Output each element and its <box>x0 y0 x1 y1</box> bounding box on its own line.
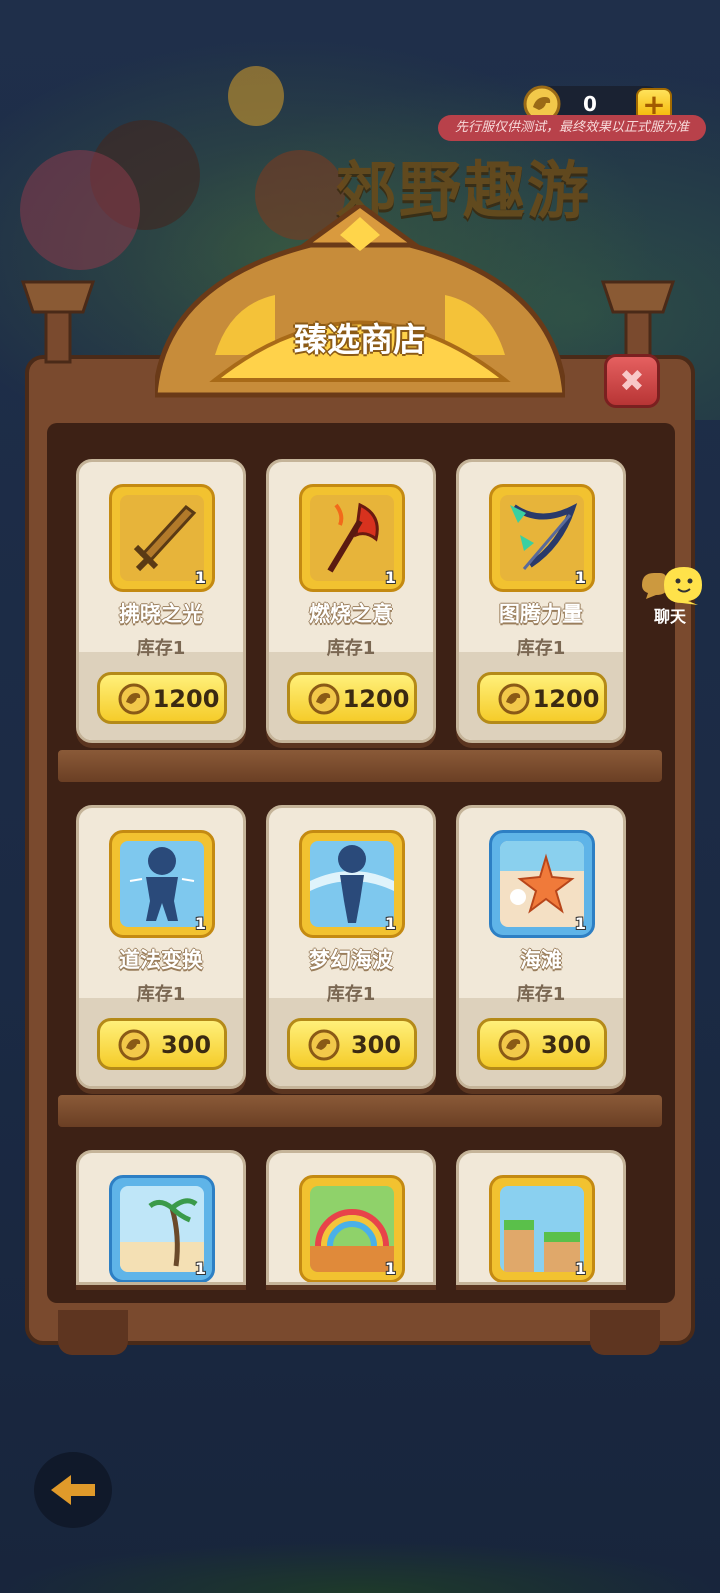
item-name: 拂晓之光 <box>119 602 203 626</box>
item-price: 300 <box>540 1031 592 1059</box>
green-hills-icon <box>500 1186 584 1272</box>
background-tree <box>20 150 140 270</box>
buy-button[interactable]: 1200 <box>97 672 227 724</box>
shop-item-card[interactable]: 1 燃烧之意 库存1 1200 <box>266 459 436 743</box>
starfish-beach-icon <box>500 841 584 927</box>
chat-label[interactable]: 聊天 <box>640 603 700 627</box>
item-stock: 库存1 <box>326 638 376 659</box>
item-icon-frame: 1 <box>109 1175 215 1282</box>
item-name: 图腾力量 <box>499 602 583 626</box>
flame-axe-icon <box>310 495 394 581</box>
silhouette-pose-icon <box>120 841 204 927</box>
shop-item-card[interactable]: 1 图腾力量 库存1 1200 <box>456 459 626 743</box>
item-quantity: 1 <box>194 1259 206 1278</box>
buy-button[interactable]: 1200 <box>287 672 417 724</box>
shelf-divider <box>58 750 662 782</box>
item-icon-frame: 1 <box>299 484 405 592</box>
item-name: 梦幻海波 <box>309 948 393 972</box>
item-quantity: 1 <box>574 568 586 587</box>
item-price: 1200 <box>152 685 220 713</box>
item-stock: 库存1 <box>516 638 566 659</box>
cabinet-crown <box>155 205 565 398</box>
item-stock: 库存1 <box>326 984 376 1005</box>
buy-button[interactable]: 300 <box>97 1018 227 1070</box>
shop-item-card[interactable]: 1 道法变换 库存1 300 <box>76 805 246 1089</box>
silhouette-wave-icon <box>310 841 394 927</box>
dino-coin-icon <box>308 1029 340 1061</box>
dino-coin-icon <box>118 1029 150 1061</box>
cabinet-lamp-left <box>18 272 98 382</box>
rainbow-icon <box>310 1186 394 1272</box>
shop-item-card[interactable]: 1 <box>456 1150 626 1285</box>
shop-item-card[interactable]: 1 <box>76 1150 246 1285</box>
buy-button[interactable]: 300 <box>477 1018 607 1070</box>
item-stock: 库存1 <box>136 984 186 1005</box>
item-name: 海滩 <box>520 948 562 972</box>
cabinet-foot-left <box>58 1310 128 1355</box>
background-mascot <box>228 66 284 126</box>
buy-button[interactable]: 1200 <box>477 672 607 724</box>
item-price: 300 <box>350 1031 402 1059</box>
item-name: 燃烧之意 <box>309 602 393 626</box>
item-quantity: 1 <box>384 1259 396 1278</box>
item-name: 道法变换 <box>119 948 203 972</box>
buy-button[interactable]: 300 <box>287 1018 417 1070</box>
item-quantity: 1 <box>384 568 396 587</box>
dino-coin-icon <box>118 683 150 715</box>
back-arrow-icon <box>51 1475 95 1505</box>
item-quantity: 1 <box>574 1259 586 1278</box>
item-stock: 库存1 <box>516 984 566 1005</box>
dino-coin-icon <box>308 683 340 715</box>
item-price: 1200 <box>532 685 600 713</box>
shop-item-card[interactable]: 1 梦幻海波 库存1 300 <box>266 805 436 1089</box>
item-quantity: 1 <box>574 914 586 933</box>
shop-item-card[interactable]: 1 海滩 库存1 300 <box>456 805 626 1089</box>
dino-coin-icon <box>498 683 530 715</box>
golden-sword-icon <box>120 495 204 581</box>
background-ground <box>0 1540 720 1593</box>
shelf-divider <box>58 1095 662 1127</box>
item-icon-frame: 1 <box>489 484 595 592</box>
item-stock: 库存1 <box>136 638 186 659</box>
item-price: 1200 <box>342 685 410 713</box>
test-server-notice: 先行服仅供测试，最终效果以正式服为准 <box>438 115 706 141</box>
item-quantity: 1 <box>194 568 206 587</box>
dino-coin-icon <box>498 1029 530 1061</box>
item-icon-frame: 1 <box>299 1175 405 1282</box>
item-icon-frame: 1 <box>489 1175 595 1282</box>
item-quantity: 1 <box>194 914 206 933</box>
item-quantity: 1 <box>384 914 396 933</box>
item-price: 300 <box>160 1031 212 1059</box>
back-button[interactable] <box>34 1452 112 1528</box>
item-icon-frame: 1 <box>109 484 215 592</box>
palm-beach-icon <box>120 1186 204 1272</box>
shop-item-card[interactable]: 1 <box>266 1150 436 1285</box>
currency-amount: 0 <box>583 92 597 116</box>
totem-bow-icon <box>500 495 584 581</box>
item-icon-frame: 1 <box>299 830 405 938</box>
item-icon-frame: 1 <box>109 830 215 938</box>
item-icon-frame: 1 <box>489 830 595 938</box>
shop-item-card[interactable]: 1 拂晓之光 库存1 1200 <box>76 459 246 743</box>
shop-title: 臻选商店 <box>294 320 426 359</box>
close-button[interactable]: ✖ <box>604 354 660 408</box>
cabinet-foot-right <box>590 1310 660 1355</box>
